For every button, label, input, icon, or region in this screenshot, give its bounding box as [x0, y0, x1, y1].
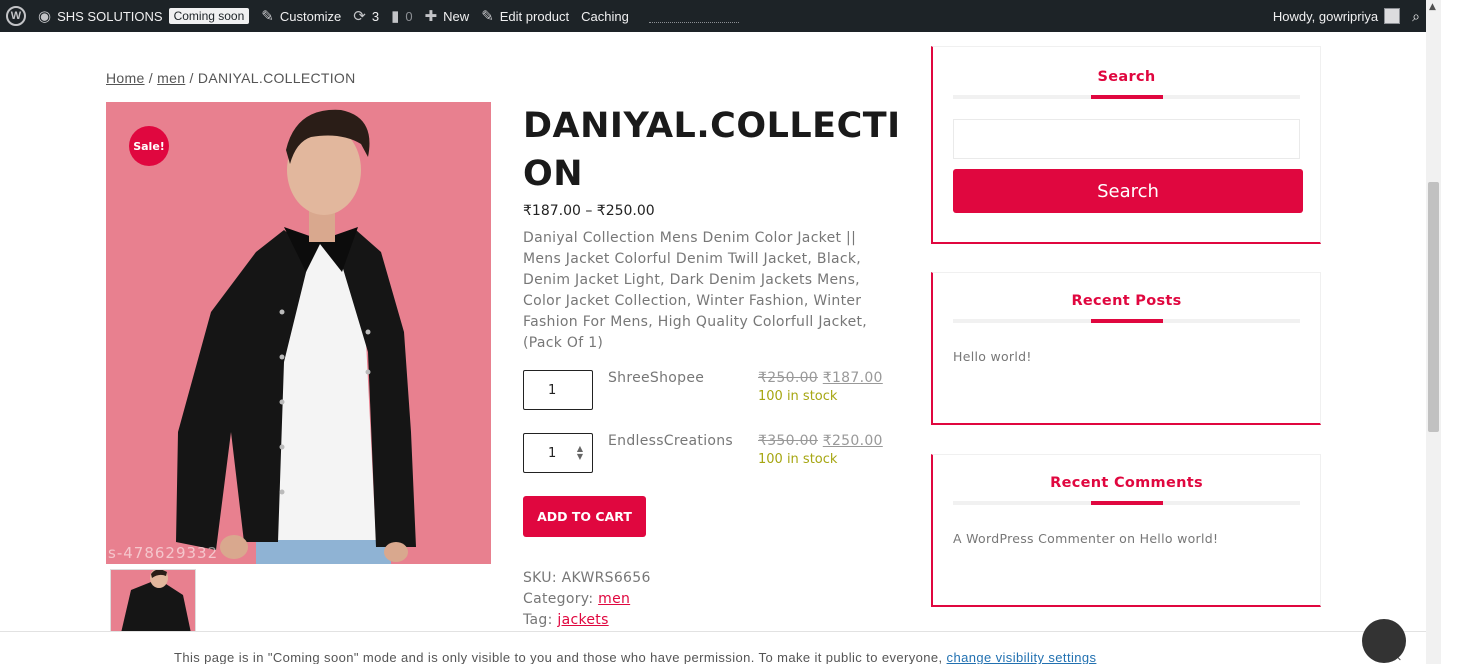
category-line: Category: men	[523, 589, 651, 610]
tag-line: Tag: jackets	[523, 610, 651, 631]
pencil-icon: ✎	[481, 8, 494, 25]
customize-label: Customize	[279, 8, 342, 24]
search-input[interactable]	[953, 119, 1300, 159]
updates-icon: ⟳	[353, 8, 366, 25]
product-meta: SKU: AKWRS6656 Category: men Tag: jacket…	[523, 568, 651, 631]
comments-link[interactable]: ▮ 0	[385, 0, 419, 32]
old-price: ₹350.00	[758, 433, 818, 449]
sku-label: SKU:	[523, 570, 557, 586]
notice-text: This page is in "Coming soon" mode and i…	[174, 650, 1096, 664]
quantity-value: 1	[548, 382, 557, 398]
site-name: SHS SOLUTIONS	[57, 8, 163, 24]
search-button[interactable]: Search	[953, 169, 1303, 213]
item-pricing: ₹250.00 ₹187.00 100 in stock	[758, 370, 883, 404]
old-price: ₹250.00	[758, 370, 818, 386]
item-price: ₹250.00 ₹187.00	[758, 370, 883, 386]
vendor-name[interactable]: EndlessCreations	[608, 433, 758, 449]
breadcrumb-home-link[interactable]: Home	[106, 70, 145, 86]
brush-icon: ✎	[261, 8, 274, 25]
admin-search-button[interactable]: ⌕	[1406, 0, 1426, 32]
model-in-jacket-illustration	[176, 109, 416, 564]
widget-divider	[953, 319, 1300, 323]
new-label: New	[443, 8, 470, 24]
item-price: ₹350.00 ₹250.00	[758, 433, 883, 449]
coming-soon-badge[interactable]: Coming soon	[168, 8, 250, 24]
product-title: DANIYAL.COLLECTION	[523, 106, 901, 194]
spinner-arrows-icon[interactable]: ▲ ▼	[577, 445, 583, 461]
admin-bar: W ◉ SHS SOLUTIONS Coming soon ✎ Customiz…	[0, 0, 1426, 32]
category-link[interactable]: men	[598, 591, 630, 607]
stock-status: 100 in stock	[758, 389, 838, 404]
recent-comment-link[interactable]: A WordPress Commenter on Hello world!	[933, 531, 1320, 546]
breadcrumb-category-link[interactable]: men	[157, 70, 185, 86]
notice-message: This page is in "Coming soon" mode and i…	[174, 650, 943, 664]
widget-divider	[953, 95, 1300, 99]
item-pricing: ₹350.00 ₹250.00 100 in stock	[758, 433, 883, 467]
tag-link[interactable]: jackets	[557, 612, 608, 628]
admin-bar-placeholder	[648, 9, 739, 23]
product-thumbnail[interactable]	[110, 569, 196, 632]
vendor-name[interactable]: ShreeShopee	[608, 370, 758, 386]
page-scrollbar[interactable]: ▲	[1426, 0, 1441, 664]
sale-price: ₹250.00	[822, 433, 883, 449]
updates-link[interactable]: ⟳ 3	[347, 0, 385, 32]
account-menu[interactable]: Howdy, gowripriya	[1267, 0, 1406, 32]
edit-product-link[interactable]: ✎ Edit product	[475, 0, 575, 32]
quantity-stepper[interactable]: 1 ▲ ▼	[523, 433, 593, 473]
category-label: Category:	[523, 591, 594, 607]
howdy-label: Howdy, gowripriya	[1272, 8, 1379, 24]
avatar	[1384, 8, 1401, 24]
breadcrumb-current: DANIYAL.COLLECTION	[197, 70, 356, 86]
breadcrumb-separator: /	[189, 70, 194, 86]
site-name-menu[interactable]: ◉ SHS SOLUTIONS Coming soon	[32, 0, 255, 32]
sku-line: SKU: AKWRS6656	[523, 568, 651, 589]
customize-link[interactable]: ✎ Customize	[255, 0, 347, 32]
sale-price: ₹187.00	[822, 370, 883, 386]
quantity-input[interactable]: 1	[523, 370, 593, 410]
scroll-thumb[interactable]	[1428, 182, 1439, 432]
plus-icon: ✚	[424, 8, 438, 25]
coming-soon-notice: This page is in "Coming soon" mode and i…	[0, 631, 1426, 664]
admin-bar-right: Howdy, gowripriya ⌕	[1267, 0, 1426, 32]
visibility-settings-link[interactable]: change visibility settings	[947, 650, 1097, 664]
caching-label: Caching	[581, 8, 629, 24]
new-content-link[interactable]: ✚ New	[419, 0, 476, 32]
product-main-image[interactable]: Sale! s-478629332	[106, 102, 491, 564]
scroll-up-arrow-icon[interactable]: ▲	[1429, 2, 1436, 12]
breadcrumb: Home / men / DANIYAL.COLLECTION	[106, 70, 356, 86]
dashboard-icon: ◉	[38, 8, 52, 25]
image-watermark: s-478629332	[108, 544, 219, 562]
breadcrumb-separator: /	[148, 70, 153, 86]
wordpress-logo-icon[interactable]: W	[6, 6, 26, 26]
grouped-item-row: 1 ▲ ▼ EndlessCreations ₹350.00 ₹250.00 10…	[523, 433, 883, 473]
comment-icon: ▮	[391, 8, 400, 25]
edit-product-label: Edit product	[499, 8, 570, 24]
updates-count: 3	[371, 8, 380, 24]
search-icon: ⌕	[1412, 7, 1420, 24]
widget-title: Recent Posts	[1071, 293, 1182, 309]
widget-title: Search	[1097, 69, 1156, 85]
add-to-cart-button[interactable]: ADD TO CART	[523, 496, 646, 537]
search-widget: Search Search	[931, 46, 1321, 244]
recent-posts-widget: Recent Posts Hello world!	[931, 272, 1321, 425]
sale-badge: Sale!	[129, 126, 169, 166]
recent-comments-widget: Recent Comments A WordPress Commenter on…	[931, 454, 1321, 607]
grouped-item-row: 1 ShreeShopee ₹250.00 ₹187.00 100 in sto…	[523, 370, 883, 410]
floating-action-button[interactable]	[1362, 619, 1406, 663]
short-description: Daniyal Collection Mens Denim Color Jack…	[523, 230, 868, 351]
recent-post-link[interactable]: Hello world!	[933, 349, 1320, 364]
tag-label: Tag:	[523, 612, 553, 628]
comments-count: 0	[405, 8, 413, 24]
price-range: ₹187.00 – ₹250.00	[523, 203, 655, 219]
stock-status: 100 in stock	[758, 452, 838, 467]
sku-value: AKWRS6656	[561, 570, 651, 586]
quantity-value: 1	[548, 445, 557, 461]
thumbnail-illustration	[121, 570, 191, 631]
widget-divider	[953, 501, 1300, 505]
widget-title: Recent Comments	[1050, 475, 1203, 491]
caching-link[interactable]: Caching	[575, 0, 635, 32]
